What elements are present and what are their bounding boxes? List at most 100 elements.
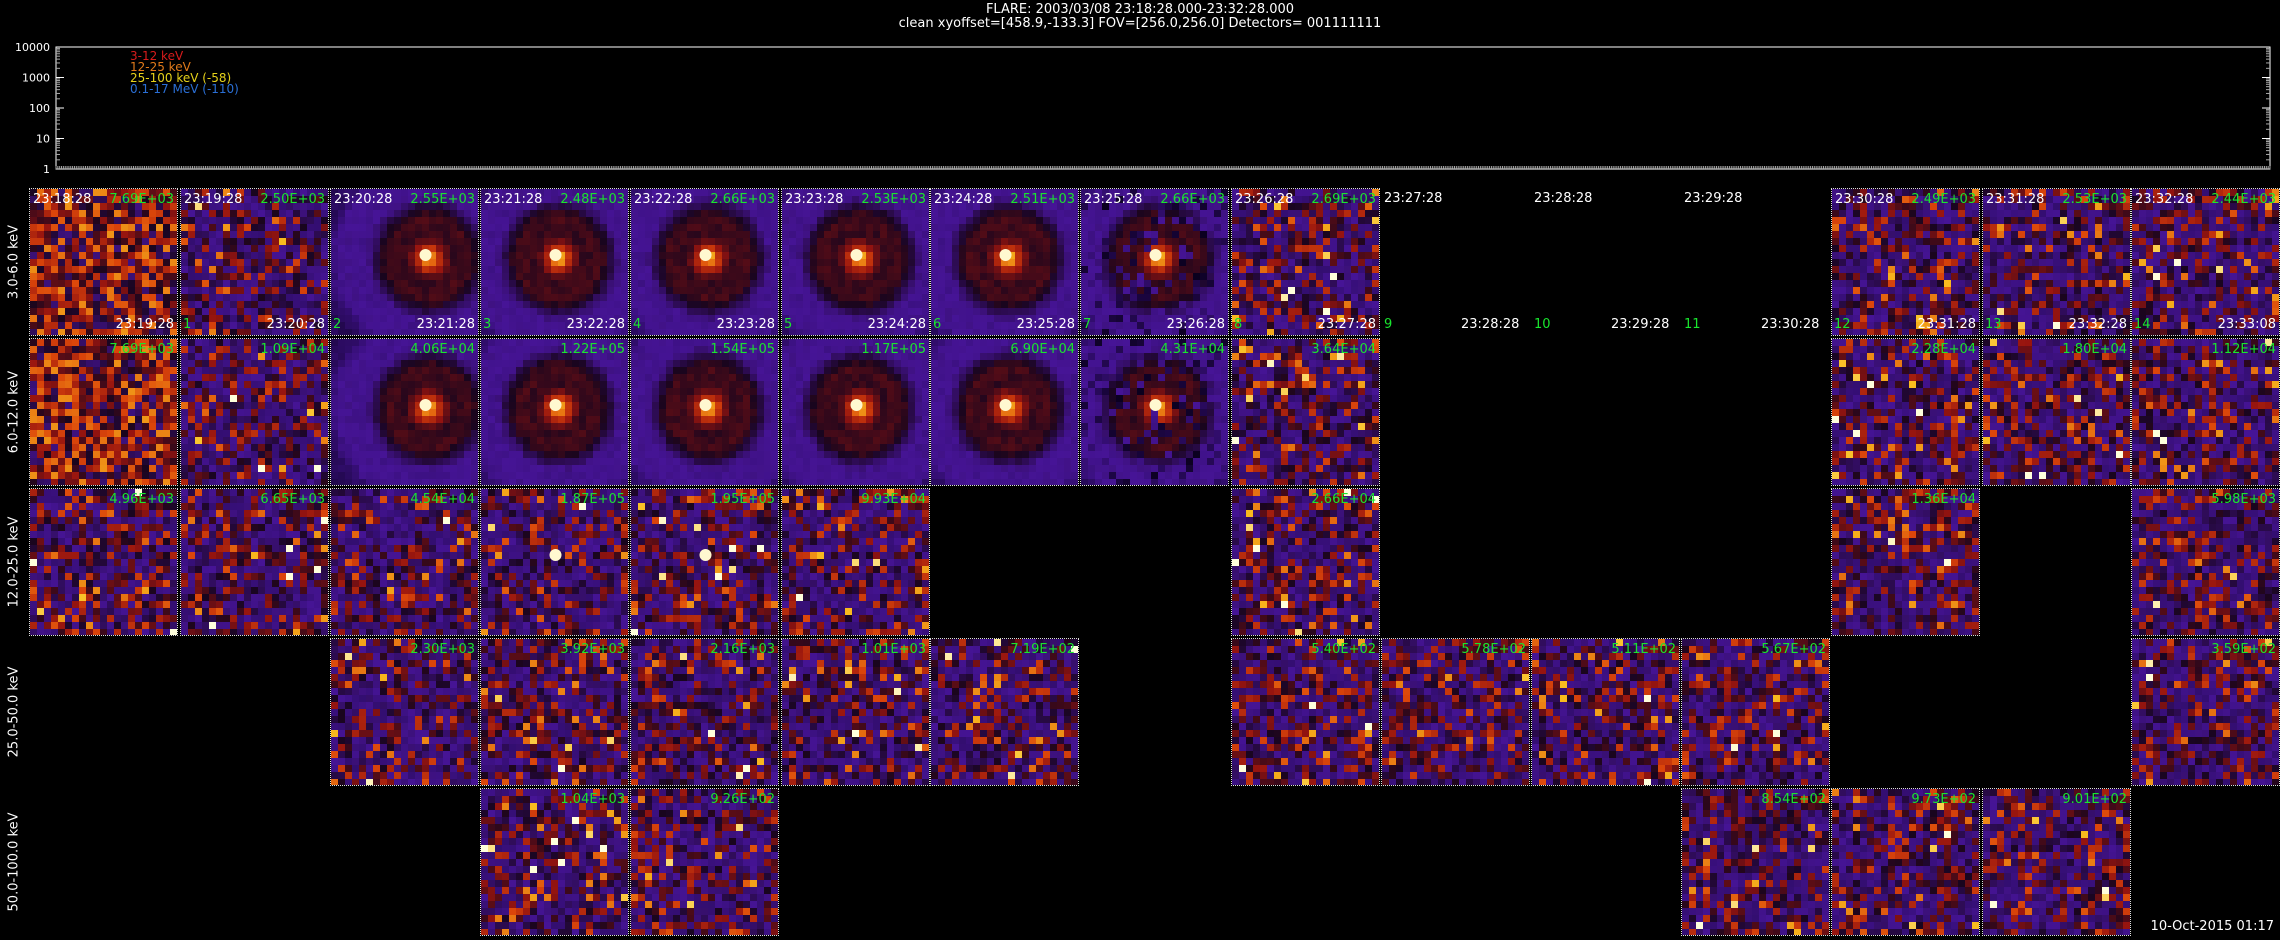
- image-pixel: [796, 294, 803, 301]
- image-pixel: [195, 259, 202, 266]
- image-pixel: [188, 273, 195, 280]
- image-pixel: [495, 301, 502, 308]
- image-pixel: [495, 287, 502, 294]
- image-pixel: [188, 245, 195, 252]
- image-pixel: [579, 266, 586, 273]
- image-pixel: [100, 217, 107, 224]
- image-pixel: [1123, 224, 1130, 231]
- image-pixel: [1130, 238, 1137, 245]
- image-pixel: [715, 231, 722, 238]
- image-pixel: [1064, 294, 1071, 301]
- image-pixel: [30, 217, 37, 224]
- image-pixel: [51, 322, 58, 329]
- image-pixel: [1179, 238, 1186, 245]
- image-pixel: [1193, 231, 1200, 238]
- image-pixel: [366, 245, 373, 252]
- image-pixel: [810, 210, 817, 217]
- image-heatmap: [481, 189, 629, 335]
- image-pixel: [286, 287, 293, 294]
- image-pixel: [838, 238, 845, 245]
- image-pixel: [1207, 210, 1214, 217]
- image-pixel: [973, 308, 980, 315]
- image-pixel: [177, 245, 178, 252]
- image-pixel: [659, 280, 666, 287]
- image-pixel: [37, 231, 44, 238]
- image-pixel: [789, 280, 796, 287]
- image-pixel: [387, 259, 394, 266]
- image-pixel: [729, 245, 736, 252]
- image-pixel: [824, 322, 831, 329]
- image-pixel: [600, 273, 607, 280]
- image-pixel: [100, 231, 107, 238]
- image-pixel: [1081, 238, 1088, 245]
- image-pixel: [789, 245, 796, 252]
- image-pixel: [195, 322, 202, 329]
- image-pixel: [680, 308, 687, 315]
- image-pixel: [628, 280, 629, 287]
- interval-end-time: 23:23:28: [717, 317, 775, 332]
- image-pixel: [600, 301, 607, 308]
- image-pixel: [121, 210, 128, 217]
- image-pixel: [659, 329, 666, 335]
- image-pixel: [845, 224, 852, 231]
- image-pixel: [387, 329, 394, 335]
- image-pixel: [237, 266, 244, 273]
- image-pixel: [638, 266, 645, 273]
- image-pixel: [181, 245, 188, 252]
- image-pixel: [436, 210, 443, 217]
- image-pixel: [293, 231, 300, 238]
- image-pixel: [352, 322, 359, 329]
- image-pixel: [1165, 217, 1172, 224]
- image-pixel: [1015, 294, 1022, 301]
- image-pixel: [1043, 280, 1050, 287]
- image-pixel: [478, 231, 479, 238]
- image-pixel: [1057, 287, 1064, 294]
- image-pixel: [181, 217, 188, 224]
- image-pixel: [736, 301, 743, 308]
- image-pixel: [230, 273, 237, 280]
- image-pixel: [1078, 196, 1079, 203]
- image-pixel: [708, 266, 715, 273]
- image-pixel: [831, 231, 838, 238]
- image-pixel: [994, 231, 1001, 238]
- image-pixel: [401, 287, 408, 294]
- image-pixel: [1200, 210, 1207, 217]
- image-pixel: [135, 301, 142, 308]
- image-pixel: [959, 259, 966, 266]
- image-pixel: [408, 259, 415, 266]
- image-pixel: [495, 210, 502, 217]
- image-pixel: [401, 238, 408, 245]
- image-pixel: [345, 315, 352, 322]
- image-pixel: [551, 231, 558, 238]
- image-pixel: [286, 210, 293, 217]
- image-pixel: [966, 308, 973, 315]
- image-pixel: [481, 259, 488, 266]
- image-pixel: [408, 280, 415, 287]
- image-pixel: [1057, 252, 1064, 259]
- image-pixel: [701, 210, 708, 217]
- image-pixel: [223, 315, 230, 322]
- image-pixel: [1071, 294, 1078, 301]
- image-pixel: [328, 196, 329, 203]
- image-pixel: [824, 301, 831, 308]
- image-pixel: [502, 231, 509, 238]
- image-pixel: [1137, 217, 1144, 224]
- image-pixel: [1172, 245, 1179, 252]
- image-pixel: [328, 217, 329, 224]
- interval-number: 1: [183, 317, 191, 332]
- image-pixel: [408, 308, 415, 315]
- image-pixel: [673, 245, 680, 252]
- image-pixel: [614, 245, 621, 252]
- image-pixel: [293, 287, 300, 294]
- image-pixel: [100, 196, 107, 203]
- image-pixel: [1022, 238, 1029, 245]
- image-pixel: [72, 224, 79, 231]
- image-pixel: [121, 287, 128, 294]
- image-pixel: [244, 287, 251, 294]
- image-pixel: [114, 287, 121, 294]
- image-pixel: [666, 294, 673, 301]
- image-pixel: [1057, 217, 1064, 224]
- image-pixel: [1078, 294, 1079, 301]
- image-pixel: [645, 273, 652, 280]
- image-pixel: [838, 294, 845, 301]
